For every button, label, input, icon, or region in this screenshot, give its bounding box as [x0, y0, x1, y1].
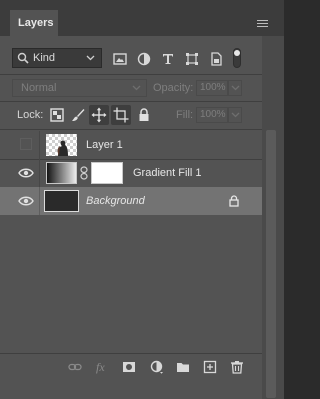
divider: [0, 74, 262, 75]
link-icon[interactable]: [80, 166, 88, 180]
layer-thumbnail: [46, 134, 77, 156]
fill-input[interactable]: 100%: [196, 107, 228, 123]
blend-mode-value: Normal: [21, 82, 57, 94]
layer-name[interactable]: Gradient Fill 1: [133, 167, 201, 179]
gradient-thumbnail: [46, 162, 77, 184]
svg-text:fx: fx: [96, 360, 105, 374]
lock-position-button[interactable]: [89, 105, 109, 125]
eye-icon[interactable]: [18, 195, 34, 207]
lock-icon: [139, 108, 149, 121]
layers-panel: Layers Kind Normal Opacity: 100% Lock: F…: [0, 0, 284, 399]
blend-mode-select[interactable]: Normal: [12, 79, 147, 97]
layer-row-background[interactable]: Background: [0, 187, 262, 215]
blend-row: Normal Opacity: 100%: [0, 78, 284, 100]
tab-layers[interactable]: Layers: [10, 10, 58, 36]
lock-icon: [229, 195, 239, 207]
brush-icon: [72, 109, 85, 121]
filter-toggle-icon[interactable]: [233, 48, 241, 68]
chevron-down-icon: [231, 85, 240, 91]
divider: [0, 101, 262, 102]
move-icon: [91, 107, 107, 123]
add-mask-icon[interactable]: [122, 360, 136, 374]
layer-name[interactable]: Background: [86, 195, 145, 207]
divider: [0, 129, 262, 130]
shape-filter-icon[interactable]: [185, 52, 199, 66]
panel-footer: [0, 379, 262, 399]
new-adjustment-layer-icon[interactable]: [150, 360, 164, 374]
lock-image-pixels-button[interactable]: [68, 105, 88, 125]
kind-filter-select[interactable]: Kind: [12, 48, 102, 68]
adjustment-filter-icon[interactable]: [137, 52, 151, 66]
layer-mask-thumbnail[interactable]: [91, 162, 123, 184]
layer-style-fx-icon[interactable]: fx: [96, 360, 110, 374]
visibility-toggle-off[interactable]: [20, 138, 32, 150]
filter-row: Kind: [0, 44, 284, 72]
layers-bottom-toolbar: fx: [0, 353, 262, 380]
layer-row-gradient-fill-1[interactable]: Gradient Fill 1: [0, 159, 262, 187]
fill-slider-button[interactable]: [228, 107, 242, 123]
new-layer-icon[interactable]: [203, 360, 217, 374]
scrollbar-thumb[interactable]: [266, 130, 276, 398]
artboard-icon: [113, 107, 129, 123]
opacity-label: Opacity:: [153, 82, 194, 94]
new-group-icon[interactable]: [176, 360, 190, 374]
layer-row-layer-1[interactable]: Layer 1: [0, 131, 262, 159]
row-divider: [39, 131, 40, 159]
image-filter-icon[interactable]: [113, 52, 127, 66]
chevron-down-icon: [231, 112, 240, 118]
lock-transparent-pixels-button[interactable]: [47, 105, 67, 125]
fill-label: Fill:: [176, 109, 194, 121]
checkerboard-icon: [50, 108, 64, 122]
opacity-input[interactable]: 100%: [196, 80, 228, 96]
lock-row: Lock: Fill: 100%: [0, 104, 284, 126]
hamburger-menu-icon[interactable]: [257, 20, 268, 28]
opacity-slider-button[interactable]: [228, 80, 242, 96]
layer-name[interactable]: Layer 1: [86, 139, 123, 151]
kind-label: Kind: [33, 52, 56, 64]
panel-tab-bar: Layers: [0, 0, 284, 36]
chevron-down-icon: [132, 85, 141, 91]
delete-layer-icon[interactable]: [230, 360, 244, 374]
background-thumbnail: [44, 190, 79, 212]
row-divider: [39, 187, 40, 215]
search-icon: [17, 52, 29, 64]
chevron-down-icon: [86, 55, 95, 61]
lock-label: Lock:: [17, 109, 44, 121]
row-divider: [39, 159, 40, 187]
lock-all-button[interactable]: [134, 105, 154, 125]
lock-artboard-button[interactable]: [111, 105, 131, 125]
smart-object-filter-icon[interactable]: [209, 52, 223, 66]
type-filter-icon[interactable]: [161, 52, 175, 66]
link-layers-icon[interactable]: [68, 360, 82, 374]
eye-icon[interactable]: [18, 167, 34, 179]
